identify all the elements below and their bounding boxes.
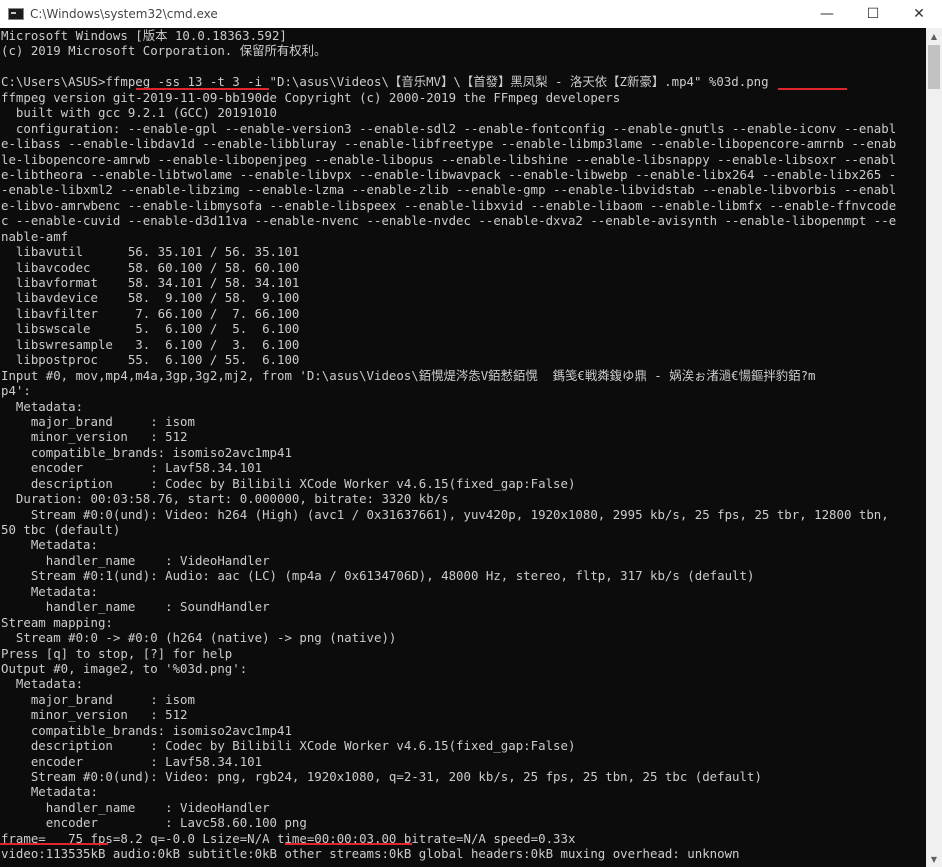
console-line: Metadata: <box>1 398 84 414</box>
console-line: handler_name : VideoHandler <box>1 799 270 815</box>
console-line: libswscale 5. 6.100 / 5. 6.100 <box>1 321 300 337</box>
window-controls: — ☐ ✕ <box>804 0 942 28</box>
annotation-underline-time <box>285 843 412 845</box>
console-line: p4': <box>1 383 31 399</box>
console-line: major_brand : isom <box>1 691 195 707</box>
close-button[interactable]: ✕ <box>896 0 942 28</box>
console-line: c --enable-cuvid --enable-d3d11va --enab… <box>1 213 897 229</box>
console-line: libpostproc 55. 6.100 / 55. 6.100 <box>1 352 300 368</box>
console-line: Metadata: <box>1 784 98 800</box>
console-line: libavformat 58. 34.101 / 58. 34.101 <box>1 275 300 290</box>
annotation-underline-frame <box>0 843 108 845</box>
console-line: description : Codec by Bilibili XCode Wo… <box>1 475 576 491</box>
console-line: Stream #0:0(und): Video: png, rgb24, 192… <box>1 769 762 784</box>
console-line: libavfilter 7. 66.100 / 7. 66.100 <box>1 305 300 321</box>
console-line: Metadata: <box>1 583 98 599</box>
console-line: encoder : Lavf58.34.101 <box>1 460 263 476</box>
scrollbar-thumb[interactable] <box>928 45 940 89</box>
console-output[interactable]: Microsoft Windows [版本 10.0.18363.592] (c)… <box>0 28 926 867</box>
console-line: Stream #0:0(und): Video: h264 (High) (av… <box>1 506 889 522</box>
console-line: libavcodec 58. 60.100 / 58. 60.100 <box>1 259 300 275</box>
console-line: ffmpeg version git-2019-11-09-bb190de Co… <box>1 89 621 105</box>
console-line: video:113535kB audio:0kB subtitle:0kB ot… <box>1 846 740 862</box>
console-text: Microsoft Windows [版本 10.0.18363.592] (c)… <box>0 28 926 862</box>
console-line: configuration: --enable-gpl --enable-ver… <box>1 120 897 136</box>
title-bar[interactable]: C:\Windows\system32\cmd.exe — ☐ ✕ <box>0 0 942 28</box>
console-line: Output #0, image2, to '%03d.png': <box>1 660 248 676</box>
console-line: le-libopencore-amrwb --enable-libopenjpe… <box>1 151 897 167</box>
console-line: compatible_brands: isomiso2avc1mp41 <box>1 444 292 460</box>
console-line: minor_version : 512 <box>1 429 188 445</box>
console-line: libavdevice 58. 9.100 / 58. 9.100 <box>1 290 300 306</box>
console-line: Stream #0:1(und): Audio: aac (LC) (mp4a … <box>1 568 755 584</box>
console-line: frame= 75 fps=8.2 q=-0.0 Lsize=N/A time=… <box>1 830 576 846</box>
console-line: encoder : Lavf58.34.101 <box>1 753 263 769</box>
cmd-icon <box>8 8 24 20</box>
chevron-down-icon[interactable]: ▼ <box>926 851 942 867</box>
window-title: C:\Windows\system32\cmd.exe <box>30 7 218 21</box>
chevron-up-icon[interactable]: ▲ <box>926 28 942 44</box>
console-line: Duration: 00:03:58.76, start: 0.000000, … <box>1 491 449 507</box>
console-line: e-libtheora --enable-libtwolame --enable… <box>1 166 897 182</box>
console-line: Input #0, mov,mp4,m4a,3gp,3g2,mj2, from … <box>1 367 816 383</box>
console-line: handler_name : VideoHandler <box>1 552 270 568</box>
console-line: Microsoft Windows [版本 10.0.18363.592] <box>1 28 287 43</box>
vertical-scrollbar[interactable]: ▲ ▼ <box>926 28 942 867</box>
console-line: -enable-libxml2 --enable-libzimg --enabl… <box>1 182 897 198</box>
console-line: e-libass --enable-libdav1d --enable-libb… <box>1 136 897 152</box>
console-line: libswresample 3. 6.100 / 3. 6.100 <box>1 336 300 352</box>
console-line: compatible_brands: isomiso2avc1mp41 <box>1 722 292 738</box>
cmd-window: C:\Windows\system32\cmd.exe — ☐ ✕ Micros… <box>0 0 942 867</box>
minimize-button[interactable]: — <box>804 0 850 28</box>
maximize-button[interactable]: ☐ <box>850 0 896 28</box>
console-line: Press [q] to stop, [?] for help <box>1 645 233 661</box>
annotation-underline-ss <box>136 88 269 90</box>
console-line: 50 tbc (default) <box>1 522 121 537</box>
console-line: Stream #0:0 -> #0:0 (h264 (native) -> pn… <box>1 630 397 646</box>
console-line: built with gcc 9.2.1 (GCC) 20191010 <box>1 105 278 121</box>
console-line: Metadata: <box>1 676 84 692</box>
console-line: (c) 2019 Microsoft Corporation. 保留所有权利。 <box>1 43 327 59</box>
console-line: libavutil 56. 35.101 / 56. 35.101 <box>1 244 300 260</box>
console-line: minor_version : 512 <box>1 707 188 723</box>
console-line: e-libvo-amrwbenc --enable-libmysofa --en… <box>1 197 897 213</box>
console-line: description : Codec by Bilibili XCode Wo… <box>1 738 576 754</box>
console-line: encoder : Lavc58.60.100 png <box>1 815 307 831</box>
console-line: major_brand : isom <box>1 413 195 429</box>
console-line: handler_name : SoundHandler <box>1 599 270 615</box>
annotation-underline-output <box>778 88 847 90</box>
console-line: Stream mapping: <box>1 614 113 630</box>
console-line: Metadata: <box>1 537 98 553</box>
console-line: nable-amf <box>1 228 69 244</box>
